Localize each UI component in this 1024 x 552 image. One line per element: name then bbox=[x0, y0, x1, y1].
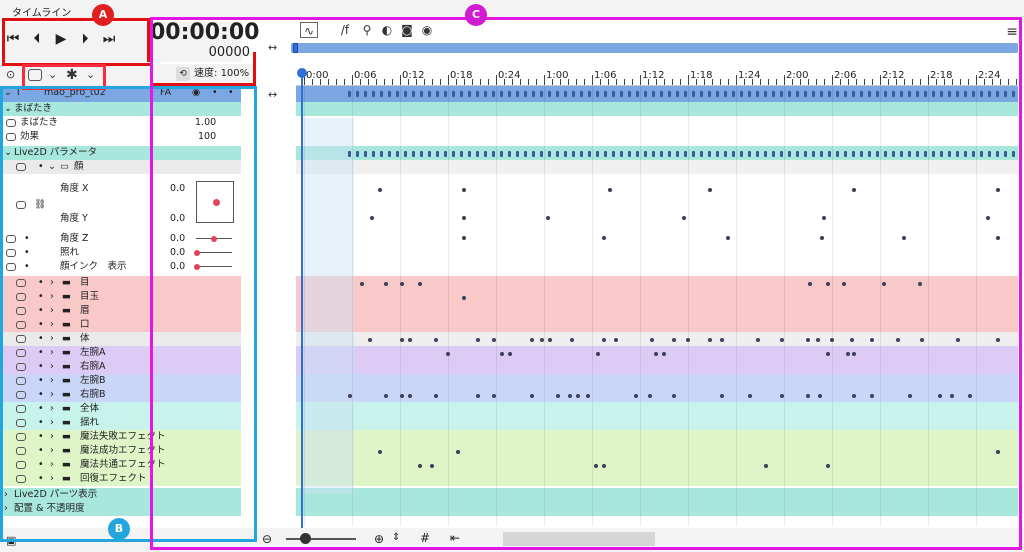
annotation-badge-a: A bbox=[92, 4, 114, 26]
annotation-box-c bbox=[150, 17, 1022, 550]
expand-all-icon[interactable]: ⊙ bbox=[6, 67, 15, 83]
annotation-badge-c: C bbox=[465, 4, 487, 26]
annotation-badge-b: B bbox=[108, 518, 130, 540]
annotation-box-a-edge bbox=[110, 18, 150, 62]
